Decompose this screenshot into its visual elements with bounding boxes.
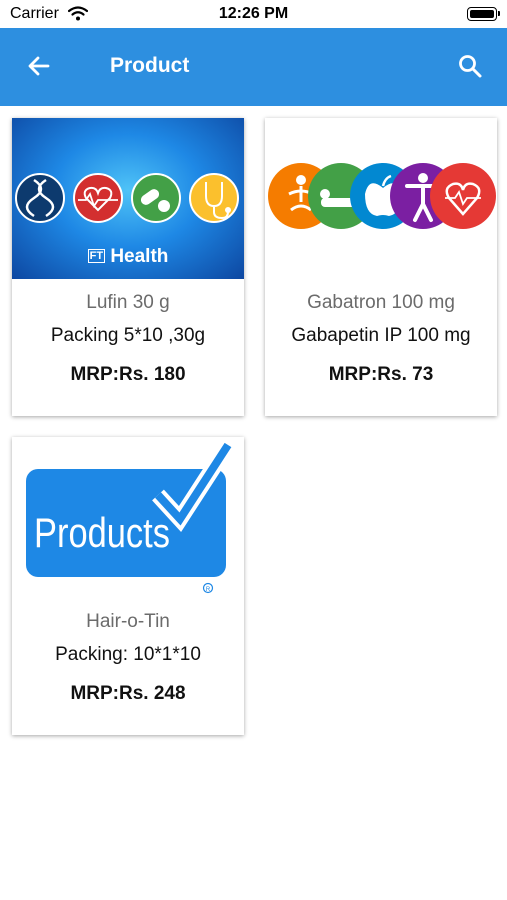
status-bar: Carrier 12:26 PM xyxy=(0,0,507,28)
health-caption: FT Health xyxy=(12,246,244,268)
product-name: Hair-o-Tin xyxy=(86,611,170,632)
app-bar: Product xyxy=(0,28,507,106)
ft-mark: FT xyxy=(87,249,106,263)
clock: 12:26 PM xyxy=(218,5,289,22)
product-image-wellness xyxy=(265,118,497,279)
page-title: Product xyxy=(110,54,190,77)
product-image-health: FT Health xyxy=(12,118,244,279)
product-packing: Packing: 10*1*10 xyxy=(55,644,201,665)
product-mrp: MRP:Rs. 248 xyxy=(70,683,186,704)
svg-text:R: R xyxy=(206,587,211,593)
product-card[interactable]: Gabatron 100 mg Gabapetin IP 100 mg MRP:… xyxy=(265,118,497,416)
product-mrp: MRP:Rs. 180 xyxy=(70,364,186,385)
battery-icon xyxy=(467,7,500,21)
search-icon[interactable] xyxy=(457,53,483,79)
back-arrow-icon[interactable] xyxy=(26,53,52,79)
wellness-icons-graphic xyxy=(268,163,496,229)
health-label: Health xyxy=(110,246,169,267)
product-packing: Packing 5*10 ,30g xyxy=(50,325,206,346)
product-image-products: Products R xyxy=(12,437,244,598)
product-card[interactable]: Products R Hair-o-Tin Packing: 10*1*10 M… xyxy=(12,437,244,735)
checkmark-icon: R xyxy=(152,440,235,594)
product-name: Lufin 30 g xyxy=(86,292,170,313)
product-packing: Gabapetin IP 100 mg xyxy=(291,325,471,346)
product-mrp: MRP:Rs. 73 xyxy=(328,364,434,385)
product-name: Gabatron 100 mg xyxy=(307,292,455,313)
product-card[interactable]: FT Health Lufin 30 g Packing 5*10 ,30g M… xyxy=(12,118,244,416)
